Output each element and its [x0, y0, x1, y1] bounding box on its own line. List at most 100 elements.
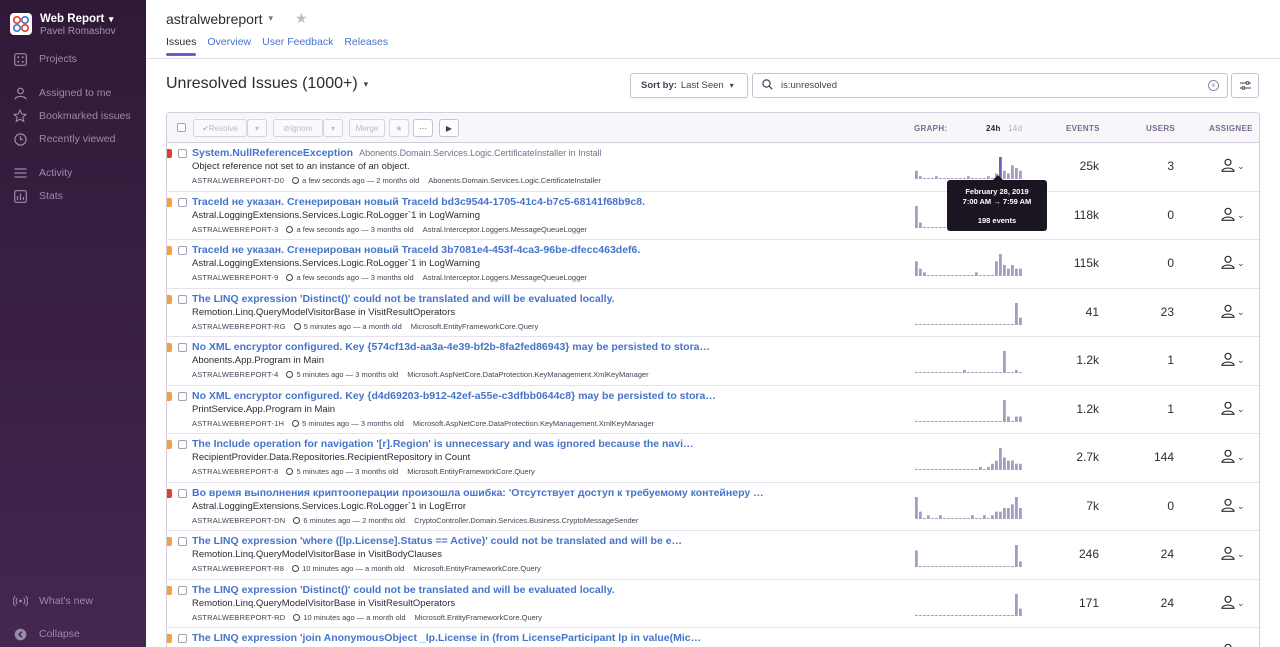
sidebar-item-bookmarked[interactable]: Bookmarked issues: [12, 109, 131, 123]
issue-checkbox[interactable]: [178, 634, 187, 643]
sidebar-item-recent[interactable]: Recently viewed: [12, 132, 115, 146]
issue-events[interactable]: 7k: [1086, 499, 1099, 513]
issue-title[interactable]: TraceId не указан. Сгенерирован новый Tr…: [192, 244, 640, 256]
resolve-button[interactable]: ✔ Resolve: [193, 119, 247, 137]
issue-short-id[interactable]: ASTRALWEBREPORT-DN: [192, 516, 285, 525]
issue-row[interactable]: The LINQ expression 'Distinct()' could n…: [167, 580, 1259, 628]
issue-checkbox[interactable]: [178, 585, 187, 595]
page-title[interactable]: Unresolved Issues (1000+) ▾: [166, 75, 368, 93]
clear-search-icon[interactable]: ×: [1208, 80, 1219, 91]
issue-title[interactable]: No XML encryptor configured. Key {574cf1…: [192, 341, 710, 353]
issue-title[interactable]: The LINQ expression 'Distinct()' could n…: [192, 584, 615, 596]
ignore-button[interactable]: ⊘ Ignore: [273, 119, 323, 137]
issue-row[interactable]: The Include operation for navigation '[r…: [167, 434, 1259, 483]
event-sparkline[interactable]: [915, 301, 1023, 325]
issue-events[interactable]: 25k: [1080, 159, 1099, 173]
issue-short-id[interactable]: ASTRALWEBREPORT-R8: [192, 564, 284, 573]
issue-users[interactable]: 0: [1167, 208, 1174, 222]
issue-title[interactable]: No XML encryptor configured. Key {d4d692…: [192, 390, 716, 402]
event-sparkline[interactable]: [915, 398, 1023, 422]
issue-row[interactable]: The LINQ expression 'Distinct()' could n…: [167, 289, 1259, 337]
realtime-play-button[interactable]: ▶: [439, 119, 459, 137]
issue-short-id[interactable]: ASTRALWEBREPORT-1H: [192, 419, 284, 428]
sidebar-item-whats-new[interactable]: What's new: [12, 594, 93, 608]
graph-period-14d[interactable]: 14d: [1008, 124, 1022, 133]
event-sparkline[interactable]: [915, 252, 1023, 276]
issue-events[interactable]: 171: [1079, 596, 1099, 610]
search-input[interactable]: [781, 80, 1201, 91]
issue-short-id[interactable]: ASTRALWEBREPORT-4: [192, 370, 278, 379]
issue-checkbox[interactable]: [178, 149, 187, 158]
project-selector[interactable]: astralwebreport: [166, 11, 263, 27]
issue-users[interactable]: 1: [1167, 353, 1174, 367]
graph-period-24h[interactable]: 24h: [986, 124, 1001, 133]
issue-row[interactable]: TraceId не указан. Сгенерирован новый Tr…: [167, 192, 1259, 240]
issue-checkbox[interactable]: [178, 343, 187, 352]
event-sparkline[interactable]: [915, 155, 1023, 179]
assignee-selector[interactable]: ⌄: [1221, 207, 1245, 224]
issue-events[interactable]: 2.7k: [1076, 450, 1099, 464]
issue-title[interactable]: The Include operation for navigation '[r…: [192, 438, 694, 450]
assignee-selector[interactable]: ⌄: [1221, 643, 1245, 647]
issue-short-id[interactable]: ASTRALWEBREPORT-8: [192, 467, 278, 476]
sort-dropdown[interactable]: Sort by: Last Seen ▾: [630, 73, 748, 98]
bookmark-star-icon[interactable]: ★: [295, 10, 308, 27]
issue-users[interactable]: 144: [1154, 450, 1174, 464]
assignee-selector[interactable]: ⌄: [1221, 255, 1245, 272]
issue-short-id[interactable]: ASTRALWEBREPORT-RD: [192, 613, 285, 622]
issue-users[interactable]: 24: [1161, 596, 1174, 610]
bookmark-button[interactable]: ★: [389, 119, 409, 137]
issue-short-id[interactable]: ASTRALWEBREPORT-9: [192, 273, 278, 282]
issue-checkbox[interactable]: [178, 391, 187, 401]
tab-issues[interactable]: Issues: [166, 36, 197, 56]
merge-button[interactable]: Merge: [349, 119, 385, 137]
issue-users[interactable]: 3: [1167, 159, 1174, 173]
issue-checkbox[interactable]: [178, 537, 187, 546]
assignee-selector[interactable]: ⌄: [1221, 401, 1245, 418]
issue-title[interactable]: Во время выполнения криптооперации произ…: [192, 487, 764, 499]
assignee-selector[interactable]: ⌄: [1221, 449, 1245, 466]
issue-users[interactable]: 24: [1161, 547, 1174, 561]
issue-title[interactable]: System.NullReferenceException: [192, 147, 353, 159]
tab-user-feedback[interactable]: User Feedback: [262, 36, 333, 56]
sidebar-item-stats[interactable]: Stats: [12, 189, 63, 203]
tab-overview[interactable]: Overview: [207, 36, 251, 56]
saved-searches-button[interactable]: [1231, 73, 1259, 98]
chevron-down-icon[interactable]: ▾: [269, 13, 274, 24]
issue-short-id[interactable]: ASTRALWEBREPORT-D0: [192, 176, 284, 185]
sidebar-item-activity[interactable]: Activity: [12, 166, 72, 180]
more-actions-button[interactable]: ···: [413, 119, 433, 137]
event-sparkline[interactable]: [915, 543, 1023, 567]
assignee-selector[interactable]: ⌄: [1221, 158, 1245, 175]
event-sparkline[interactable]: [915, 446, 1023, 470]
issue-row[interactable]: No XML encryptor configured. Key {574cf1…: [167, 337, 1259, 386]
issue-title[interactable]: The LINQ expression 'where ([lp.License]…: [192, 535, 682, 547]
assignee-selector[interactable]: ⌄: [1221, 352, 1245, 369]
issue-title[interactable]: TraceId не указан. Сгенерирован новый Tr…: [192, 196, 645, 208]
sidebar-collapse[interactable]: Collapse: [12, 627, 80, 641]
assignee-selector[interactable]: ⌄: [1221, 498, 1245, 515]
tab-releases[interactable]: Releases: [344, 36, 388, 56]
issue-short-id[interactable]: ASTRALWEBREPORT-3: [192, 225, 278, 234]
sidebar-item-projects[interactable]: Projects: [12, 52, 77, 66]
issue-events[interactable]: 1.2k: [1076, 353, 1099, 367]
issue-checkbox[interactable]: [178, 246, 187, 255]
assignee-selector[interactable]: ⌄: [1221, 595, 1245, 612]
issue-checkbox[interactable]: [178, 294, 187, 304]
issue-title[interactable]: The LINQ expression 'join AnonymousObjec…: [192, 632, 701, 644]
issue-row[interactable]: TraceId не указан. Сгенерирован новый Tr…: [167, 240, 1259, 289]
issue-short-id[interactable]: ASTRALWEBREPORT-RG: [192, 322, 286, 331]
issue-users[interactable]: 0: [1167, 256, 1174, 270]
sidebar-item-assigned[interactable]: Assigned to me: [12, 86, 111, 100]
search-bar[interactable]: ×: [752, 73, 1228, 98]
assignee-selector[interactable]: ⌄: [1221, 546, 1245, 563]
issue-events[interactable]: 1.2k: [1076, 402, 1099, 416]
issue-checkbox[interactable]: [178, 488, 187, 498]
issue-row[interactable]: The LINQ expression 'join AnonymousObjec…: [167, 628, 1259, 647]
event-sparkline[interactable]: [915, 495, 1023, 519]
issue-checkbox[interactable]: [178, 440, 187, 449]
issue-row[interactable]: System.NullReferenceException Abonents.Do…: [167, 143, 1259, 192]
issue-row[interactable]: No XML encryptor configured. Key {d4d692…: [167, 386, 1259, 434]
issue-users[interactable]: 0: [1167, 499, 1174, 513]
issue-checkbox[interactable]: [178, 197, 187, 207]
